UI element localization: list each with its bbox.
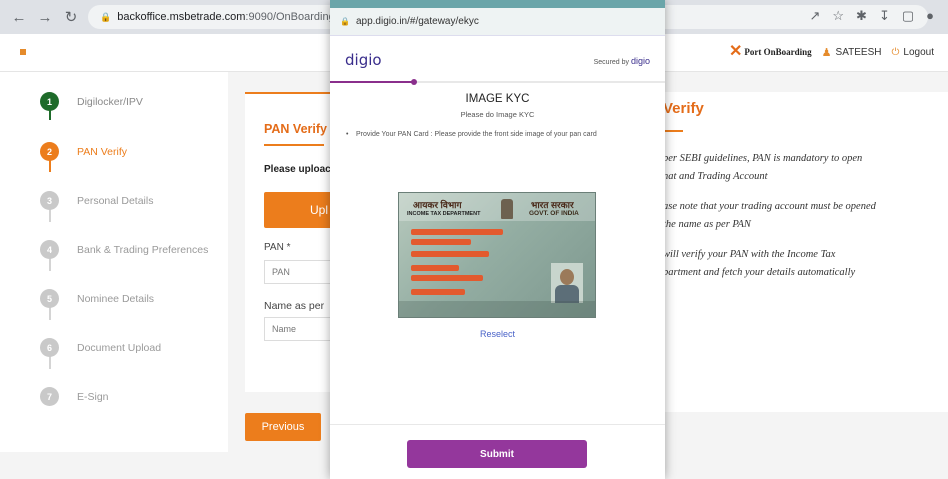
step-label: E-Sign	[77, 390, 109, 403]
user-icon: ♟	[821, 46, 832, 59]
redaction-mark	[411, 251, 489, 257]
logout-label: Logout	[903, 46, 934, 58]
pan-label: PAN *	[264, 242, 291, 253]
redaction-mark	[411, 265, 459, 271]
step-bank-trading[interactable]: 4 Bank & Trading Preferences	[40, 240, 208, 259]
info-paragraph: per SEBI guidelines, PAN is mandatory to…	[663, 153, 863, 182]
secured-by: Secured by digio	[593, 56, 650, 66]
step-number: 4	[40, 240, 59, 259]
step-number: 2	[40, 142, 59, 161]
popup-titlebar	[330, 0, 665, 8]
reselect-link[interactable]: Reselect	[330, 329, 665, 339]
lock-icon: 🔒	[100, 11, 112, 22]
logout-link[interactable]: ⏻ Logout	[891, 47, 934, 58]
step-label: Personal Details	[77, 194, 154, 207]
share-icon[interactable]: ↗	[809, 8, 820, 24]
port-logo-text: Port OnBoarding	[744, 47, 812, 57]
name-label: Name as per	[264, 300, 325, 312]
info-paragraph: ase note that your trading account must …	[663, 201, 876, 230]
step-number: 6	[40, 338, 59, 357]
step-document-upload[interactable]: 6 Document Upload	[40, 338, 161, 357]
port-onboarding-logo: ✕ Port OnBoarding	[729, 44, 812, 60]
redaction-mark	[411, 289, 465, 295]
back-icon[interactable]: ←	[8, 6, 30, 28]
step-personal-details[interactable]: 3 Personal Details	[40, 191, 153, 210]
card-dept: INCOME TAX DEPARTMENT	[407, 211, 481, 217]
kyc-subtitle: Please do Image KYC	[460, 110, 535, 119]
kyc-instruction: Provide Your PAN Card : Please provide t…	[346, 130, 646, 140]
popup-url: app.digio.in/#/gateway/ekyc	[355, 16, 479, 27]
step-label: PAN Verify	[77, 145, 127, 158]
download-icon[interactable]: ↧	[879, 8, 890, 24]
star-icon[interactable]: ☆	[832, 8, 844, 24]
address-host: backoffice.msbetrade.com	[117, 11, 246, 23]
steps-sidebar: 1 Digilocker/IPV 2 PAN Verify 3 Personal…	[0, 72, 228, 452]
pan-card-image: आयकर विभाग भारत सरकार INCOME TAX DEPARTM…	[398, 192, 596, 318]
step-pan-verify[interactable]: 2 PAN Verify	[40, 142, 127, 161]
progress-knob	[410, 79, 417, 85]
user-name: SATEESH	[835, 46, 882, 58]
title-underline	[264, 144, 324, 146]
redaction-mark	[411, 229, 503, 235]
sidepanel-icon[interactable]: ▢	[902, 8, 914, 24]
extensions-icon[interactable]: ✱	[856, 8, 867, 24]
x-logo-icon: ✕	[729, 43, 743, 60]
previous-button[interactable]: Previous	[245, 413, 321, 441]
step-nominee[interactable]: 5 Nominee Details	[40, 289, 154, 308]
step-number: 1	[40, 92, 59, 111]
step-number: 7	[40, 387, 59, 406]
step-label: Nominee Details	[77, 292, 155, 305]
popup-address-bar: 🔒 app.digio.in/#/gateway/ekyc	[330, 8, 665, 36]
emblem-icon	[501, 199, 513, 219]
step-number: 5	[40, 289, 59, 308]
profile-icon[interactable]: ●	[926, 8, 934, 24]
info-paragraph: will verify your PAN with the Income Tax…	[663, 249, 856, 278]
progress-fill	[330, 81, 414, 83]
step-esign[interactable]: 7 E-Sign	[40, 387, 109, 406]
redaction-mark	[411, 275, 483, 281]
card-photo	[551, 263, 583, 303]
reload-icon[interactable]: ↻	[60, 6, 82, 28]
power-icon: ⏻	[891, 46, 900, 58]
upload-prompt: Please uploac	[264, 164, 331, 175]
secured-brand: digio	[630, 56, 650, 66]
card-hindi-left: आयकर विभाग	[413, 200, 462, 210]
digio-header: digio Secured by digio	[330, 36, 665, 82]
kyc-progress-bar	[330, 79, 665, 85]
forward-icon[interactable]: →	[34, 6, 56, 28]
info-title: Verify	[663, 100, 704, 117]
kyc-title: IMAGE KYC	[465, 93, 530, 105]
user-menu[interactable]: ♟ SATEESH	[822, 46, 882, 59]
step-digilocker[interactable]: 1 Digilocker/IPV	[40, 92, 143, 111]
digio-popup: 🔒 app.digio.in/#/gateway/ekyc digio Secu…	[330, 0, 665, 479]
lock-icon: 🔒	[340, 17, 350, 26]
step-label: Digilocker/IPV	[77, 95, 143, 108]
form-title: PAN Verify	[264, 122, 327, 136]
info-underline	[663, 130, 683, 132]
brand-logo[interactable]	[20, 49, 28, 55]
step-label: Document Upload	[77, 341, 162, 354]
info-panel: Verify per SEBI guidelines, PAN is manda…	[663, 92, 948, 412]
card-govt: GOVT. OF INDIA	[529, 210, 579, 217]
step-label: Bank & Trading Preferences	[77, 243, 209, 256]
submit-button[interactable]: Submit	[407, 440, 587, 468]
pan-form-card: PAN Verify Please uploac Upl PAN * PAN N…	[245, 92, 344, 392]
footer-divider	[330, 424, 665, 425]
step-number: 3	[40, 191, 59, 210]
redaction-mark	[411, 239, 471, 245]
digio-logo: digio	[345, 51, 382, 69]
